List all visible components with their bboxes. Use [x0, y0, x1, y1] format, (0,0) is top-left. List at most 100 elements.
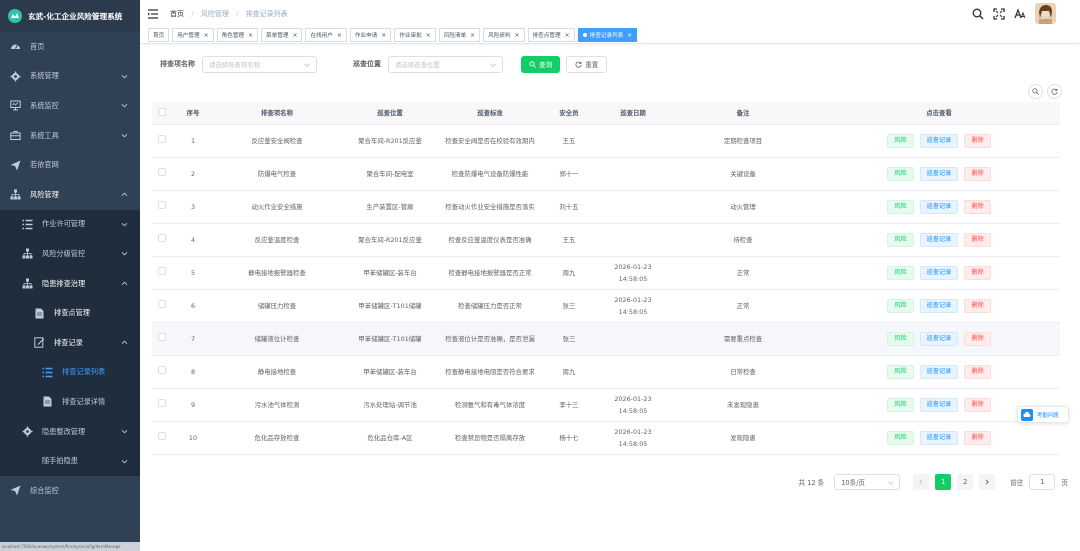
close-icon[interactable]: × — [470, 32, 475, 39]
tab-0[interactable]: 首页 — [148, 28, 170, 42]
risk-button[interactable]: 风险 — [887, 397, 914, 412]
hamburger-icon[interactable] — [148, 8, 158, 19]
table-row[interactable]: 6 储罐压力检查 甲苯储罐区-T101储罐 检查储罐压力是否正常 张三 2026-01-2… — [152, 289, 1060, 323]
page-1-button[interactable]: 1 — [935, 474, 952, 490]
close-icon[interactable]: × — [426, 32, 431, 39]
row-checkbox[interactable] — [158, 233, 166, 242]
row-checkbox[interactable] — [158, 332, 166, 341]
table-row[interactable]: 4 反应釜温度检查 聚合车间-R201反应釜 检查反应釜温度仪表是否准确 王五 待检查 风险… — [152, 223, 1060, 257]
record-button[interactable]: 巡查记录 — [919, 265, 959, 280]
table-row[interactable]: 7 储罐液位计检查 甲苯储罐区-T101储罐 检查液位计是否准确，是否泄漏 张三 需要重点… — [152, 322, 1060, 356]
record-button[interactable]: 巡查记录 — [919, 199, 959, 214]
row-select-cell[interactable] — [152, 388, 172, 422]
logo-bar[interactable]: 玄武-化工企业风险管理系统 — [0, 0, 140, 32]
sidebar-item-8[interactable]: 隐患排查治理 — [0, 268, 140, 299]
delete-button[interactable]: 删除 — [964, 298, 991, 313]
sidebar-item-10[interactable]: 排查记录 — [0, 327, 140, 358]
close-icon[interactable]: × — [381, 32, 386, 39]
row-select-cell[interactable] — [152, 289, 172, 323]
table-row[interactable]: 3 动火作业安全措施 生产装置区-管廊 检查动火作业安全措施是否落实 刘十五 动火管理 风险… — [152, 190, 1060, 224]
row-select-cell[interactable] — [152, 157, 172, 191]
goto-page-input[interactable]: 1 — [1029, 474, 1056, 490]
risk-button[interactable]: 风险 — [887, 364, 914, 379]
breadcrumb-risk[interactable]: 风险管理 — [201, 10, 229, 18]
close-icon[interactable]: × — [248, 32, 253, 39]
floating-help-button[interactable]: 考勤问题 — [1017, 406, 1069, 423]
sidebar-item-0[interactable]: 首页 — [0, 32, 140, 62]
risk-button[interactable]: 风险 — [887, 331, 914, 346]
sidebar-item-6[interactable]: 作业许可管理 — [0, 209, 140, 240]
risk-button[interactable]: 风险 — [887, 232, 914, 247]
tab-9[interactable]: 排查点管理 × — [527, 28, 575, 42]
select-all-cell[interactable] — [152, 102, 172, 125]
select-all-checkbox[interactable] — [158, 107, 166, 116]
row-checkbox[interactable] — [158, 167, 166, 176]
item-name-select[interactable]: 请选择排查项名称 — [202, 55, 317, 73]
row-checkbox[interactable] — [158, 134, 166, 143]
table-row[interactable]: 10 危化品存放检查 危化品仓库-A区 检查禁忌物是否隔离存放 杨十七 2026-01-2… — [152, 421, 1060, 455]
row-select-cell[interactable] — [152, 322, 172, 356]
record-button[interactable]: 巡查记录 — [919, 430, 959, 445]
risk-button[interactable]: 风险 — [887, 133, 914, 148]
prev-page-button[interactable] — [913, 474, 930, 490]
close-icon[interactable]: × — [204, 32, 209, 39]
next-page-button[interactable] — [979, 474, 996, 490]
tab-4[interactable]: 在线用户 × — [305, 28, 347, 42]
close-icon[interactable]: × — [292, 32, 297, 39]
toggle-search-button[interactable] — [1028, 84, 1043, 99]
row-checkbox[interactable] — [158, 398, 166, 407]
table-row[interactable]: 2 防爆电气检查 聚合车间-配电室 检查防爆电气设备防爆性能 郑十一 关键设备 风险 巡查记录… — [152, 157, 1060, 191]
delete-button[interactable]: 删除 — [964, 133, 991, 148]
delete-button[interactable]: 删除 — [964, 232, 991, 247]
delete-button[interactable]: 删除 — [964, 265, 991, 280]
refresh-table-button[interactable] — [1047, 84, 1062, 99]
risk-button[interactable]: 风险 — [887, 298, 914, 313]
tab-7[interactable]: 风险清单 × — [438, 28, 481, 42]
close-icon[interactable]: × — [627, 32, 632, 39]
row-checkbox[interactable] — [158, 266, 166, 275]
sidebar-item-14[interactable]: 随手拍隐患 — [0, 446, 140, 476]
delete-button[interactable]: 删除 — [964, 166, 991, 181]
breadcrumb-home[interactable]: 首页 — [170, 10, 184, 18]
delete-button[interactable]: 删除 — [964, 331, 991, 346]
tab-3[interactable]: 菜单管理 × — [261, 28, 303, 42]
tab-8[interactable]: 风险研判 × — [483, 28, 525, 42]
sidebar-item-4[interactable]: 若依官网 — [0, 150, 140, 180]
sidebar-item-15[interactable]: 综合监控 — [0, 476, 140, 506]
delete-button[interactable]: 删除 — [964, 364, 991, 379]
delete-button[interactable]: 删除 — [964, 397, 991, 412]
search-icon[interactable] — [972, 8, 984, 20]
avatar[interactable] — [1035, 3, 1056, 24]
tab-5[interactable]: 作业申请 × — [349, 28, 392, 42]
row-select-cell[interactable] — [152, 124, 172, 158]
delete-button[interactable]: 删除 — [964, 199, 991, 214]
row-checkbox[interactable] — [158, 431, 166, 440]
record-button[interactable]: 巡查记录 — [919, 232, 959, 247]
reset-button[interactable]: 重置 — [566, 55, 608, 73]
tab-1[interactable]: 用户管理 × — [172, 28, 214, 42]
record-button[interactable]: 巡查记录 — [919, 397, 959, 412]
page-size-select[interactable]: 10条/页 — [834, 474, 901, 490]
table-row[interactable]: 1 反应釜安全阀检查 聚合车间-R201反应釜 检查安全阀是否在校验有效期内 王五 定期检… — [152, 124, 1060, 158]
page-2-button[interactable]: 2 — [957, 474, 974, 490]
row-select-cell[interactable] — [152, 256, 172, 290]
sidebar-item-7[interactable]: 风险分级管控 — [0, 239, 140, 269]
record-button[interactable]: 巡查记录 — [919, 331, 959, 346]
row-checkbox[interactable] — [158, 365, 166, 374]
table-row[interactable]: 9 污水池气体检测 污水处理站-调节池 检测氨气和有毒气体浓度 李十三 2026-01-2… — [152, 388, 1060, 422]
sidebar-item-3[interactable]: 系统工具 — [0, 121, 140, 151]
table-row[interactable]: 5 静电接地报警器检查 甲苯储罐区-装车台 检查静电接地报警器是否正常 周九 2026-0… — [152, 256, 1060, 290]
row-select-cell[interactable] — [152, 223, 172, 257]
row-select-cell[interactable] — [152, 190, 172, 224]
risk-button[interactable]: 风险 — [887, 265, 914, 280]
tab-2[interactable]: 角色管理 × — [216, 28, 259, 42]
close-icon[interactable]: × — [337, 32, 342, 39]
risk-button[interactable]: 风险 — [887, 199, 914, 214]
record-button[interactable]: 巡查记录 — [919, 133, 959, 148]
position-select[interactable]: 请选择巡查位置 — [388, 55, 503, 73]
close-icon[interactable]: × — [515, 32, 520, 39]
tab-6[interactable]: 作业审批 × — [394, 28, 436, 42]
record-button[interactable]: 巡查记录 — [919, 364, 959, 379]
sidebar-item-2[interactable]: 系统监控 — [0, 91, 140, 121]
sidebar-item-13[interactable]: 隐患整改管理 — [0, 416, 140, 447]
